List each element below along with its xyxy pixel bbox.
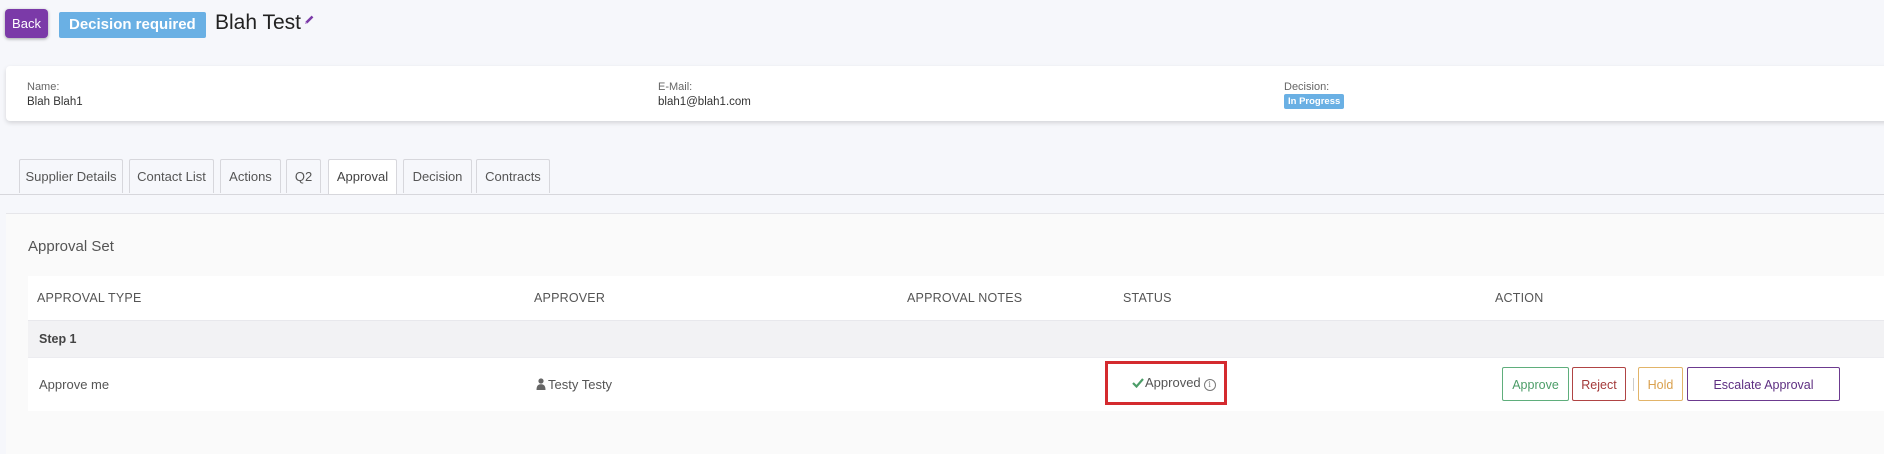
escalate-approval-button[interactable]: Escalate Approval <box>1687 367 1840 401</box>
supplier-info-card: Name: Blah Blah1 E-Mail: blah1@blah1.com… <box>6 66 1884 121</box>
status-cell: Approved i <box>1132 364 1216 402</box>
email-value: blah1@blah1.com <box>658 96 751 108</box>
approve-button[interactable]: Approve <box>1502 367 1569 401</box>
name-value: Blah Blah1 <box>27 96 83 108</box>
email-label: E-Mail: <box>658 81 693 93</box>
info-icon[interactable]: i <box>1203 379 1216 391</box>
tab-approval[interactable]: Approval <box>328 159 397 195</box>
tabs-divider <box>0 194 1884 195</box>
decision-required-badge: Decision required <box>59 12 206 38</box>
tab-supplier-details[interactable]: Supplier Details <box>19 159 123 193</box>
check-icon <box>1132 378 1144 388</box>
tab-contact-list[interactable]: Contact List <box>129 159 214 193</box>
column-approval-notes: APPROVAL NOTES <box>907 291 1023 305</box>
approval-set-title: Approval Set <box>28 238 114 255</box>
table-row: Approve me Testy Testy Approved i Approve… <box>28 357 1884 411</box>
approval-panel: Approval Set APPROVAL TYPE APPROVER APPR… <box>6 213 1884 454</box>
tab-actions[interactable]: Actions <box>220 159 281 193</box>
step-group-row: Step 1 <box>28 320 1884 358</box>
back-button[interactable]: Back <box>5 9 48 38</box>
tab-decision[interactable]: Decision <box>403 159 472 193</box>
step-label: Step 1 <box>39 332 77 346</box>
action-separator <box>1633 378 1634 391</box>
approval-type-cell: Approve me <box>39 377 110 392</box>
approver-name: Testy Testy <box>548 377 613 392</box>
tab-q2[interactable]: Q2 <box>286 159 321 193</box>
column-status: STATUS <box>1123 291 1172 305</box>
decision-status-badge: In Progress <box>1284 94 1345 109</box>
reject-button[interactable]: Reject <box>1572 367 1626 401</box>
table-header-row: APPROVAL TYPE APPROVER APPROVAL NOTES ST… <box>28 276 1884 320</box>
column-approval-type: APPROVAL TYPE <box>37 291 142 305</box>
pencil-icon[interactable] <box>303 14 315 26</box>
name-label: Name: <box>27 81 60 93</box>
status-text: Approved <box>1145 375 1201 390</box>
status-highlight-box: Approved i <box>1105 361 1227 405</box>
page-header: Back Decision required Blah Test <box>0 0 1884 52</box>
hold-button[interactable]: Hold <box>1638 367 1683 401</box>
page-title: Blah Test <box>215 11 301 34</box>
column-approver: APPROVER <box>534 291 606 305</box>
user-icon <box>536 378 546 390</box>
approver-cell: Testy Testy <box>536 358 612 411</box>
decision-label: Decision: <box>1284 81 1330 93</box>
tab-contracts[interactable]: Contracts <box>476 159 550 193</box>
column-action: ACTION <box>1495 291 1544 305</box>
